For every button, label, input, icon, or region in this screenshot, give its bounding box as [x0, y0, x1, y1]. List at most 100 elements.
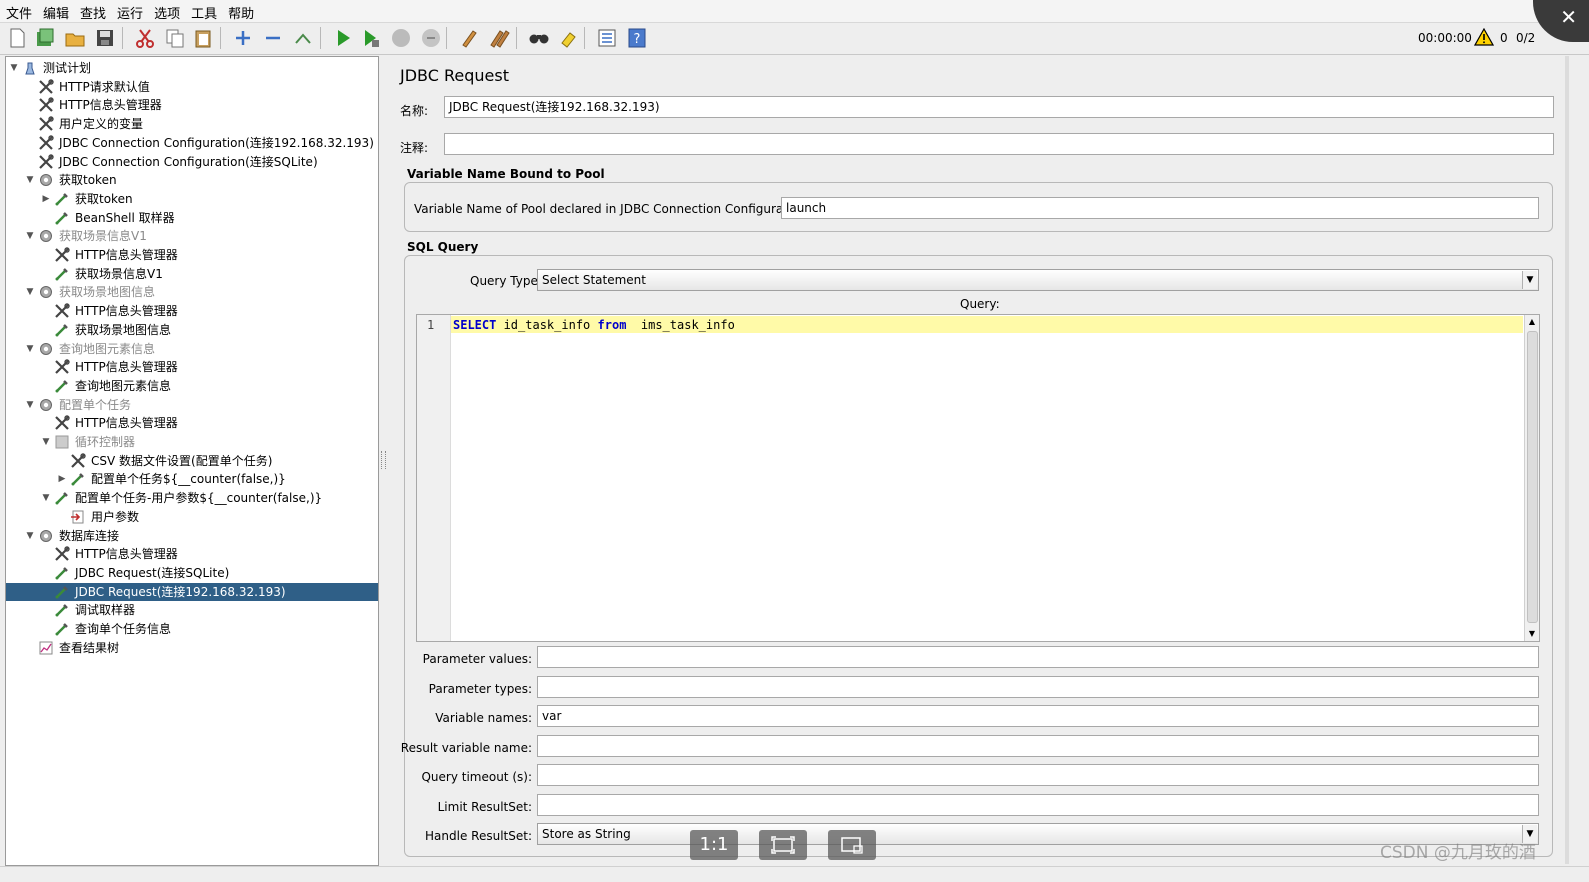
query-code[interactable]: SELECT id_task_info from ims_task_info — [453, 318, 735, 332]
clear-icon[interactable] — [458, 27, 480, 49]
tree-node[interactable]: ▼ 测试计划 — [6, 59, 378, 77]
tree-node[interactable]: HTTP信息头管理器 — [6, 414, 378, 432]
tree-node[interactable]: 获取场景信息V1 — [6, 265, 378, 283]
save-icon[interactable] — [94, 27, 116, 49]
tree-node[interactable]: ▼ 获取场景信息V1 — [6, 227, 378, 245]
menu-item-2[interactable]: 查找 — [74, 0, 111, 22]
search-icon[interactable] — [528, 27, 550, 49]
clear-all-icon[interactable] — [488, 27, 510, 49]
start-icon[interactable] — [332, 27, 354, 49]
tree-node[interactable]: ▼ 获取场景地图信息 — [6, 283, 378, 301]
chevron-down-icon[interactable]: ▼ — [25, 171, 35, 189]
menu-item-0[interactable]: 文件 — [0, 0, 37, 22]
query-type-select[interactable]: Select Statement ▼ — [537, 269, 1539, 291]
tree-node[interactable]: CSV 数据文件设置(配置单个任务) — [6, 452, 378, 470]
scroll-thumb[interactable] — [1527, 331, 1538, 623]
param-input[interactable] — [537, 764, 1539, 786]
chevron-right-icon[interactable]: ▶ — [41, 190, 51, 208]
open-icon[interactable] — [64, 27, 86, 49]
close-icon[interactable]: ✕ — [1560, 5, 1577, 29]
comment-field[interactable] — [444, 133, 1554, 155]
start-no-pause-icon[interactable] — [360, 27, 382, 49]
tree-node[interactable]: HTTP信息头管理器 — [6, 246, 378, 264]
paste-icon[interactable] — [192, 27, 214, 49]
param-input[interactable] — [537, 734, 1539, 757]
chevron-right-icon[interactable]: ▶ — [57, 470, 67, 488]
tree-node[interactable]: 用户参数 — [6, 508, 378, 526]
tree-node[interactable]: JDBC Connection Configuration(连接192.168.… — [6, 134, 378, 152]
param-input[interactable] — [537, 646, 1539, 668]
pool-name-field[interactable]: launch — [781, 197, 1539, 219]
tree-node[interactable]: 获取场景地图信息 — [6, 321, 378, 339]
tree-node[interactable]: 查询地图元素信息 — [6, 377, 378, 395]
param-input[interactable]: var — [537, 705, 1539, 727]
tree-node[interactable]: JDBC Request(连接192.168.32.193) — [6, 582, 378, 601]
chevron-down-icon[interactable]: ▼ — [25, 227, 35, 245]
test-plan-tree[interactable]: ▼ 测试计划 HTTP请求默认值 HTTP信息头管理器 用户定义的变量 JDBC Conn… — [5, 56, 379, 866]
split-pane-divider[interactable] — [381, 56, 386, 864]
name-field[interactable]: JDBC Request(连接192.168.32.193) — [444, 96, 1554, 118]
menu-item-1[interactable]: 编辑 — [37, 0, 74, 22]
editor-scrollbar[interactable]: ▲ ▼ — [1524, 315, 1539, 641]
cut-icon[interactable] — [134, 27, 156, 49]
collapse-icon[interactable] — [262, 27, 284, 49]
fit-screen-button[interactable] — [759, 830, 807, 860]
scroll-up-icon[interactable]: ▲ — [1525, 315, 1539, 329]
tree-node[interactable]: 查询单个任务信息 — [6, 620, 378, 638]
tree-node[interactable]: 调试取样器 — [6, 601, 378, 619]
field-value: Store as String — [542, 827, 631, 841]
tree-node[interactable]: ▶ 配置单个任务${__counter(false,)} — [6, 470, 378, 488]
tree-node[interactable]: HTTP信息头管理器 — [6, 358, 378, 376]
scroll-down-icon[interactable]: ▼ — [1525, 627, 1539, 641]
chevron-down-icon[interactable]: ▼ — [1522, 271, 1537, 289]
tree-node-label: 获取场景地图信息 — [59, 285, 156, 300]
tree-node[interactable]: ▼ 查询地图元素信息 — [6, 340, 378, 358]
tree-node[interactable]: JDBC Request(连接SQLite) — [6, 564, 378, 582]
config-wrench-icon — [70, 452, 86, 469]
templates-icon[interactable] — [34, 27, 56, 49]
tree-node-label: 测试计划 — [43, 61, 92, 75]
chevron-down-icon[interactable]: ▼ — [25, 283, 35, 301]
chevron-down-icon[interactable]: ▼ — [9, 59, 19, 77]
actual-size-button[interactable]: 1:1 — [690, 830, 738, 860]
warning-icon[interactable] — [1473, 27, 1495, 49]
expand-icon[interactable] — [232, 27, 254, 49]
toggle-icon[interactable] — [292, 27, 314, 49]
tree-node[interactable]: ▼ 循环控制器 — [6, 433, 378, 451]
window-button[interactable] — [828, 830, 876, 860]
new-icon[interactable] — [6, 27, 28, 49]
help-icon[interactable]: ? — [626, 27, 648, 49]
main-scrollbar[interactable] — [1565, 56, 1569, 864]
stop-icon[interactable] — [390, 27, 412, 49]
tree-node[interactable]: ▼ 配置单个任务 — [6, 396, 378, 414]
tree-node[interactable]: 查看结果树 — [6, 639, 378, 657]
tree-node[interactable]: ▼ 配置单个任务-用户参数${__counter(false,)} — [6, 489, 378, 507]
menu-item-3[interactable]: 运行 — [111, 0, 148, 22]
tree-node[interactable]: HTTP信息头管理器 — [6, 96, 378, 114]
tree-node-label: 查询地图元素信息 — [75, 378, 172, 393]
param-input[interactable] — [537, 793, 1539, 816]
tree-node[interactable]: BeanShell 取样器 — [6, 209, 378, 227]
menu-item-5[interactable]: 工具 — [185, 0, 222, 22]
chevron-down-icon[interactable]: ▼ — [25, 527, 35, 545]
tree-node[interactable]: ▶ 获取token — [6, 190, 378, 208]
menu-item-6[interactable]: 帮助 — [222, 0, 259, 22]
param-input[interactable] — [537, 675, 1539, 698]
tree-node[interactable]: ▼ 获取token — [6, 171, 378, 189]
tree-node[interactable]: HTTP信息头管理器 — [6, 545, 378, 563]
tree-node[interactable]: ▼ 数据库连接 — [6, 527, 378, 545]
chevron-down-icon[interactable]: ▼ — [41, 433, 51, 451]
query-editor[interactable]: 1 SELECT id_task_info from ims_task_info… — [416, 314, 1540, 642]
shutdown-icon[interactable] — [420, 27, 442, 49]
tree-node[interactable]: 用户定义的变量 — [6, 115, 378, 133]
chevron-down-icon[interactable]: ▼ — [25, 340, 35, 358]
reset-search-icon[interactable] — [558, 27, 580, 49]
menu-item-4[interactable]: 选项 — [148, 0, 185, 22]
chevron-down-icon[interactable]: ▼ — [41, 489, 51, 507]
tree-node[interactable]: HTTP信息头管理器 — [6, 302, 378, 320]
tree-node[interactable]: JDBC Connection Configuration(连接SQLite) — [6, 153, 378, 171]
function-helper-icon[interactable] — [596, 27, 618, 49]
tree-node[interactable]: HTTP请求默认值 — [6, 78, 378, 96]
chevron-down-icon[interactable]: ▼ — [25, 396, 35, 414]
copy-icon[interactable] — [164, 27, 186, 49]
